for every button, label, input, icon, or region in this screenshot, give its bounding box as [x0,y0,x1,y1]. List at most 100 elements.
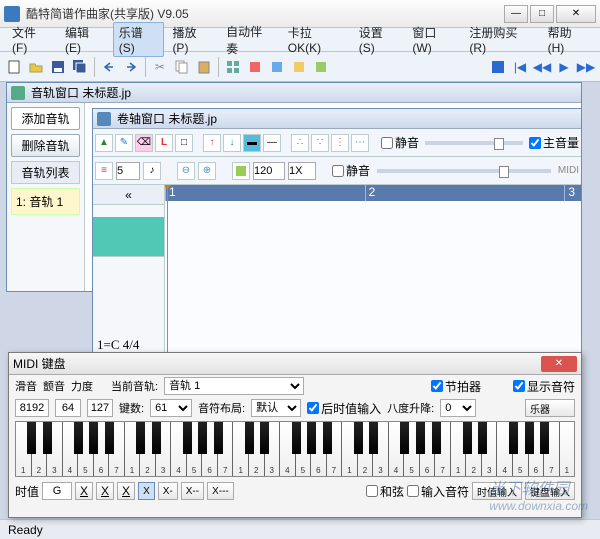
stop-icon[interactable] [488,57,508,77]
new-file-icon[interactable] [4,57,24,77]
menu-file[interactable]: 文件(F) [6,22,57,57]
track-clip[interactable] [93,217,164,257]
staff-icon[interactable]: ≡ [95,162,113,180]
inputnote-checkbox[interactable]: 输入音符 [407,483,469,500]
roll-main[interactable]: 1 2 3 [165,185,581,359]
black-key[interactable] [400,422,409,454]
durinput-button[interactable]: 时值输入 [472,482,522,500]
dur-btn-3[interactable]: X [117,482,135,500]
zoom-out-icon[interactable]: ⊖ [177,162,195,180]
dur-btn-2[interactable]: X [96,482,114,500]
menu-play[interactable]: 播放(P) [166,22,218,57]
black-key[interactable] [307,422,316,454]
black-key[interactable] [105,422,114,454]
black-key[interactable] [369,422,378,454]
menu-score[interactable]: 乐谱(S) [113,22,165,57]
tool-d-icon[interactable] [311,57,331,77]
vib-value[interactable] [55,399,81,417]
paste-icon[interactable] [194,57,214,77]
black-key[interactable] [27,422,36,454]
close-button[interactable]: ✕ [556,5,596,23]
pencil-tool-icon[interactable]: ✎ [115,134,133,152]
black-key[interactable] [214,422,223,454]
play-icon[interactable]: ▶ [554,57,574,77]
redo-icon[interactable] [121,57,141,77]
roll-window-titlebar[interactable]: 卷轴窗口 未标题.jp [93,109,581,129]
playhead[interactable] [167,185,168,359]
open-file-icon[interactable] [26,57,46,77]
metronome-checkbox[interactable]: 节拍器 [431,378,481,395]
black-key[interactable] [323,422,332,454]
mute2-checkbox[interactable]: 静音 [332,162,370,179]
dur-btn-7[interactable]: X--- [207,482,234,500]
block-tool-icon[interactable]: ▬ [243,134,261,152]
pointer-tool-icon[interactable]: ▲ [95,134,113,152]
black-key[interactable] [416,422,425,454]
black-key[interactable] [292,422,301,454]
menu-help[interactable]: 帮助(H) [542,22,594,57]
octave-select[interactable]: 0 [440,399,476,417]
save-icon[interactable] [48,57,68,77]
black-key[interactable] [540,422,549,454]
rewind-start-icon[interactable]: |◀ [510,57,530,77]
black-key[interactable] [198,422,207,454]
maximize-button[interactable]: □ [530,5,554,23]
tool-b-icon[interactable] [267,57,287,77]
tempo-value[interactable] [253,162,285,180]
music-note-icon[interactable]: ♪ [143,162,161,180]
erase-tool-icon[interactable]: ⌫ [135,134,153,152]
mute1-checkbox[interactable]: 静音 [381,134,419,151]
arrow-down-icon[interactable]: ↓ [223,134,241,152]
duration-value[interactable] [42,482,72,500]
tool-c-icon[interactable] [289,57,309,77]
menu-edit[interactable]: 编辑(E) [59,22,111,57]
menu-kara[interactable]: 卡拉OK(K) [282,22,351,57]
shownote-checkbox[interactable]: 显示音符 [513,378,575,395]
vel-value[interactable] [87,399,113,417]
black-key[interactable] [74,422,83,454]
layout-select[interactable]: 默认 [251,399,301,417]
black-key[interactable] [432,422,441,454]
delete-track-button[interactable]: 删除音轨 [11,134,80,157]
black-key[interactable] [260,422,269,454]
cut-icon[interactable]: ✂ [150,57,170,77]
time-ruler[interactable]: 1 2 3 [165,185,581,201]
black-key[interactable] [478,422,487,454]
rewind-button[interactable]: « [93,185,164,205]
copy-icon[interactable] [172,57,192,77]
black-key[interactable] [43,422,52,454]
menu-window[interactable]: 窗口(W) [406,22,461,57]
grid-icon[interactable] [223,57,243,77]
menu-register[interactable]: 注册购买(R) [463,22,539,57]
dur-btn-6[interactable]: X-- [181,482,204,500]
speed-value[interactable] [288,162,316,180]
white-key[interactable]: 1 [560,422,575,476]
undo-icon[interactable] [99,57,119,77]
black-key[interactable] [525,422,534,454]
instrument-button[interactable]: 乐器 [525,399,575,417]
loop-icon[interactable] [232,162,250,180]
vol-slider-1[interactable] [425,141,523,145]
save-all-icon[interactable] [70,57,90,77]
black-key[interactable] [509,422,518,454]
dots4-icon[interactable]: ⋯ [351,134,369,152]
menu-accomp[interactable]: 自动伴奏 [220,21,280,59]
midi-close-button[interactable]: ✕ [541,356,577,372]
zoom-in-icon[interactable]: ⊕ [198,162,216,180]
black-key[interactable] [152,422,161,454]
track-select[interactable]: 音轨 1 [164,377,304,395]
select-tool-icon[interactable]: □ [175,134,193,152]
label-tool-icon[interactable]: L [155,134,173,152]
black-key[interactable] [245,422,254,454]
track-item-1[interactable]: 1: 音轨 1 [11,188,80,215]
dur-btn-1[interactable]: X [75,482,93,500]
menu-settings[interactable]: 设置(S) [353,22,405,57]
black-key[interactable] [183,422,192,454]
line-tool-icon[interactable]: — [263,134,281,152]
dur-btn-5[interactable]: X- [158,482,178,500]
vol-slider-2[interactable] [377,169,551,173]
pitch-value[interactable] [15,399,49,417]
forward-icon[interactable]: ▶▶ [576,57,596,77]
grid-value[interactable] [116,162,140,180]
keys-select[interactable]: 61 [150,399,192,417]
